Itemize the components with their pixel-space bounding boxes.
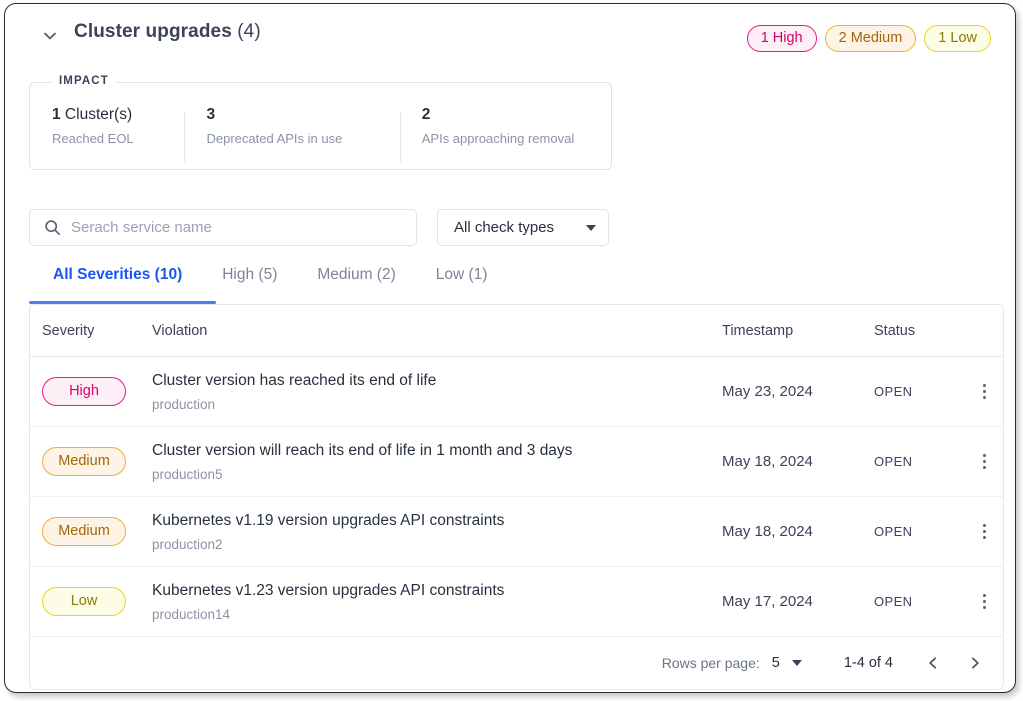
check-type-filter-dropdown[interactable]: All check types — [437, 209, 609, 246]
cell-violation: Cluster version has reached its end of l… — [152, 372, 722, 412]
impact-item-clusters: 1 Cluster(s) Reached EOL — [30, 106, 184, 146]
column-header-violation: Violation — [152, 322, 208, 339]
page-title: Cluster upgrades (4) — [74, 21, 261, 43]
column-header-status: Status — [874, 322, 916, 339]
severity-badge: High — [42, 377, 126, 406]
cell-violation: Kubernetes v1.23 version upgrades API co… — [152, 582, 722, 622]
table-row[interactable]: Medium Kubernetes v1.19 version upgrades… — [30, 497, 1003, 567]
column-header-timestamp: Timestamp — [722, 322, 794, 339]
tab-low[interactable]: Low (1) — [416, 266, 508, 299]
severity-badge: Medium — [42, 517, 126, 546]
cell-status: OPEN — [874, 384, 913, 399]
impact-item-deprecated-apis: 3 Deprecated APIs in use — [184, 106, 399, 162]
impact-legend: IMPACT — [52, 75, 116, 87]
chevron-right-icon[interactable] — [965, 653, 985, 673]
violations-table: Severity Violation Timestamp Status High… — [29, 304, 1004, 690]
tab-all-severities[interactable]: All Severities (10) — [29, 266, 202, 299]
check-type-filter-label: All check types — [454, 219, 555, 236]
cell-status: OPEN — [874, 594, 913, 609]
cell-severity: Low — [30, 587, 152, 616]
impact-label: Reached EOL — [52, 131, 134, 146]
impact-value: 3 — [206, 106, 399, 124]
cluster-upgrades-card: Cluster upgrades (4) 1 High 2 Medium 1 L… — [4, 3, 1016, 693]
status-badge-medium[interactable]: 2 Medium — [824, 25, 917, 52]
status-badge-high[interactable]: 1 High — [746, 25, 817, 52]
tab-high[interactable]: High (5) — [202, 266, 297, 299]
severity-tabs: All Severities (10) High (5) Medium (2) … — [29, 266, 507, 299]
search-input[interactable] — [71, 219, 416, 236]
impact-label: Deprecated APIs in use — [206, 131, 343, 146]
rows-per-page-value[interactable]: 5 — [772, 655, 780, 671]
status-badge-low[interactable]: 1 Low — [924, 25, 991, 52]
cell-timestamp: May 17, 2024 — [722, 593, 813, 610]
impact-value-number: 1 — [52, 106, 61, 123]
violation-service: production5 — [152, 466, 223, 482]
violation-service: production14 — [152, 606, 231, 622]
column-header-severity: Severity — [42, 322, 95, 339]
row-actions[interactable] — [966, 381, 1003, 403]
rows-per-page-label: Rows per page: — [661, 655, 760, 671]
cell-timestamp: May 18, 2024 — [722, 523, 813, 540]
impact-value: 2 — [422, 106, 611, 124]
more-options-icon[interactable] — [974, 591, 996, 613]
row-actions[interactable] — [966, 591, 1003, 613]
cell-timestamp: May 18, 2024 — [722, 453, 813, 470]
chevron-down-icon[interactable] — [36, 22, 64, 50]
chevron-down-icon[interactable] — [791, 660, 802, 666]
more-options-icon[interactable] — [974, 451, 996, 473]
cell-status: OPEN — [874, 524, 913, 539]
impact-panel: IMPACT 1 Cluster(s) Reached EOL 3 Deprec… — [29, 75, 612, 170]
page-title-count: (4) — [237, 21, 261, 42]
table-row[interactable]: Medium Cluster version will reach its en… — [30, 427, 1003, 497]
search-icon — [44, 219, 61, 236]
violation-service: production2 — [152, 536, 223, 552]
card-header: Cluster upgrades (4) 1 High 2 Medium 1 L… — [5, 4, 1015, 68]
chevron-left-icon[interactable] — [923, 653, 943, 673]
impact-item-apis-approaching-removal: 2 APIs approaching removal — [399, 106, 611, 162]
severity-badge: Low — [42, 587, 126, 616]
cell-severity: Medium — [30, 517, 152, 546]
impact-value-unit: Cluster(s) — [60, 106, 133, 123]
severity-badge: Medium — [42, 447, 126, 476]
impact-value-number: 3 — [206, 106, 216, 123]
impact-value-number: 2 — [421, 106, 431, 123]
violation-title[interactable]: Cluster version will reach its end of li… — [152, 442, 722, 460]
impact-label: APIs approaching removal — [421, 131, 575, 146]
table-row[interactable]: High Cluster version has reached its end… — [30, 357, 1003, 427]
cell-violation: Kubernetes v1.19 version upgrades API co… — [152, 512, 722, 552]
impact-value: 1 Cluster(s) — [52, 106, 184, 124]
more-options-icon[interactable] — [974, 521, 996, 543]
row-actions[interactable] — [966, 521, 1003, 543]
table-header-row: Severity Violation Timestamp Status — [30, 305, 1003, 357]
cell-status: OPEN — [874, 454, 913, 469]
violation-title[interactable]: Cluster version has reached its end of l… — [152, 372, 722, 390]
page-title-text: Cluster upgrades — [74, 21, 232, 42]
more-options-icon[interactable] — [974, 381, 996, 403]
cell-violation: Cluster version will reach its end of li… — [152, 442, 722, 482]
violation-title[interactable]: Kubernetes v1.19 version upgrades API co… — [152, 512, 722, 530]
pagination-range: 1-4 of 4 — [843, 655, 893, 671]
table-pagination: Rows per page: 5 1-4 of 4 — [30, 637, 1003, 689]
cell-severity: Medium — [30, 447, 152, 476]
violation-title[interactable]: Kubernetes v1.23 version upgrades API co… — [152, 582, 722, 600]
chevron-down-icon — [586, 224, 596, 231]
row-actions[interactable] — [966, 451, 1003, 473]
tab-medium[interactable]: Medium (2) — [297, 266, 415, 299]
table-row[interactable]: Low Kubernetes v1.23 version upgrades AP… — [30, 567, 1003, 637]
cell-timestamp: May 23, 2024 — [722, 383, 813, 400]
search-box[interactable] — [29, 209, 417, 246]
cell-severity: High — [30, 377, 152, 406]
violation-service: production — [152, 396, 216, 412]
severity-summary-pills: 1 High 2 Medium 1 Low — [746, 25, 991, 52]
